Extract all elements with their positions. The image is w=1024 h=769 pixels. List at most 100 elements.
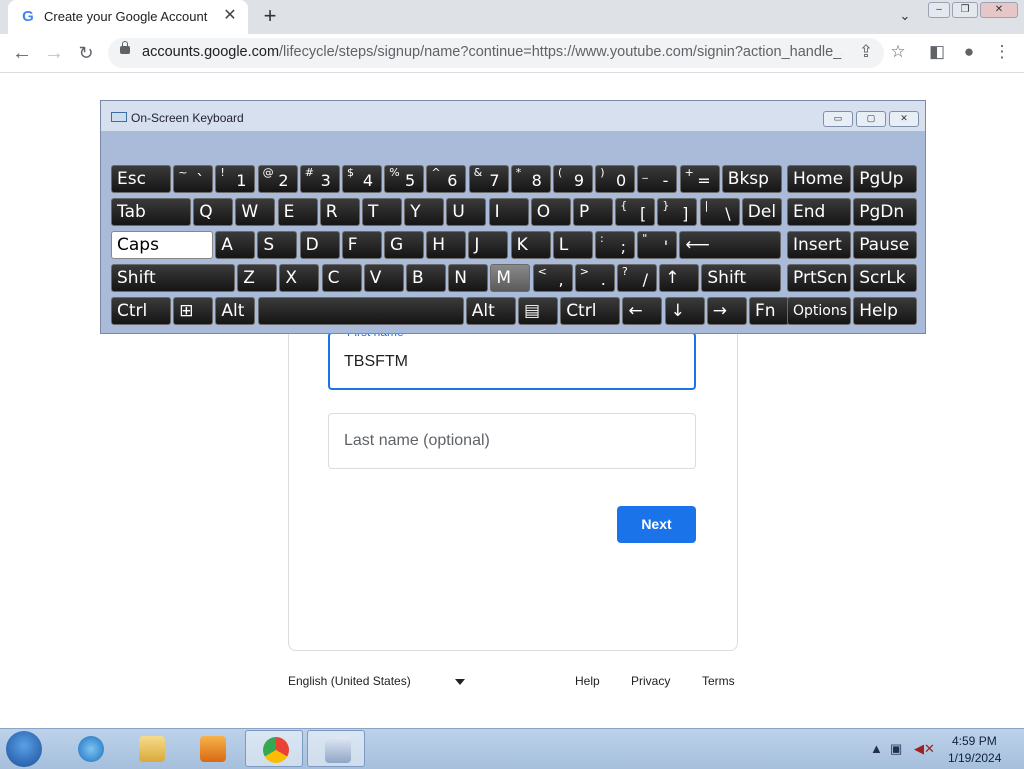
- osk-key-[interactable]: :;: [595, 231, 635, 259]
- osk-key-2[interactable]: @2: [257, 165, 298, 193]
- osk-key-[interactable]: ? /: [617, 264, 657, 292]
- osk-key-insert[interactable]: Insert: [787, 231, 851, 259]
- osk-key-g[interactable]: G: [384, 231, 424, 259]
- privacy-link[interactable]: Privacy: [631, 674, 670, 688]
- osk-key-[interactable]: ←: [622, 297, 663, 325]
- menu-dots-icon[interactable]: ⋮: [990, 40, 1014, 64]
- osk-close-button[interactable]: ✕: [889, 111, 919, 127]
- osk-key-options[interactable]: Options: [787, 297, 851, 325]
- osk-maximize-button[interactable]: ▢: [856, 111, 886, 127]
- osk-key-o[interactable]: O: [530, 198, 571, 226]
- osk-key-[interactable]: _ -: [637, 165, 678, 193]
- osk-key-r[interactable]: R: [319, 198, 360, 226]
- osk-key-[interactable]: " ': [637, 231, 678, 259]
- help-link[interactable]: Help: [575, 674, 600, 688]
- osk-key-caps[interactable]: Caps: [111, 231, 213, 259]
- close-window-button[interactable]: ✕: [980, 2, 1018, 18]
- osk-key-8[interactable]: * 8: [510, 165, 551, 193]
- osk-key-i[interactable]: I: [488, 198, 529, 226]
- lock-icon[interactable]: [120, 41, 130, 54]
- osk-key-tab[interactable]: Tab: [111, 198, 191, 226]
- osk-key-[interactable]: }]: [657, 198, 698, 226]
- osk-key-home[interactable]: Home: [787, 165, 851, 193]
- osk-key-h[interactable]: H: [426, 231, 467, 259]
- url-text[interactable]: accounts.google.com/lifecycle/steps/sign…: [142, 44, 842, 60]
- osk-key-y[interactable]: Y: [404, 198, 445, 226]
- osk-key-fn[interactable]: Fn: [749, 297, 789, 325]
- osk-key-x[interactable]: X: [279, 264, 320, 292]
- osk-key-ctrl[interactable]: Ctrl: [111, 297, 171, 325]
- osk-key-prtscn[interactable]: PrtScn: [787, 264, 851, 292]
- language-select[interactable]: English (United States): [288, 674, 411, 688]
- osk-key-m[interactable]: M: [490, 264, 531, 292]
- osk-key-1[interactable]: ! 1: [215, 165, 256, 193]
- osk-key-[interactable]: ▤: [518, 297, 558, 325]
- back-button[interactable]: ←: [9, 40, 35, 66]
- osk-key-s[interactable]: S: [257, 231, 298, 259]
- reload-button[interactable]: ↻: [73, 40, 99, 66]
- osk-key-[interactable]: <,: [532, 264, 573, 292]
- first-name-value[interactable]: TBSFTM: [344, 353, 408, 371]
- osk-key-n[interactable]: N: [448, 264, 489, 292]
- first-name-field[interactable]: First name TBSFTM: [328, 325, 696, 390]
- osk-key-p[interactable]: P: [573, 198, 613, 226]
- taskbar-app-on-screen-keyboard[interactable]: [307, 730, 365, 767]
- osk-key-w[interactable]: W: [235, 198, 276, 226]
- osk-key-[interactable]: >.: [574, 264, 615, 292]
- osk-key-bksp[interactable]: Bksp: [721, 165, 782, 193]
- new-tab-button[interactable]: +: [258, 5, 282, 29]
- osk-key-del[interactable]: Del: [741, 198, 782, 226]
- osk-key-ctrl[interactable]: Ctrl: [560, 297, 621, 325]
- bookmark-star-icon[interactable]: ☆: [886, 40, 910, 64]
- osk-key-[interactable]: ⊞: [173, 297, 214, 325]
- language-dropdown-arrow-icon[interactable]: [455, 679, 465, 685]
- tab-close-icon[interactable]: ✕: [220, 6, 240, 26]
- start-button[interactable]: [6, 731, 42, 767]
- osk-key-j[interactable]: J: [468, 231, 509, 259]
- osk-key-pgup[interactable]: PgUp: [853, 165, 918, 193]
- osk-key-z[interactable]: Z: [237, 264, 278, 292]
- osk-key-a[interactable]: A: [215, 231, 256, 259]
- osk-key-pgdn[interactable]: PgDn: [853, 198, 918, 226]
- osk-key-alt[interactable]: Alt: [465, 297, 516, 325]
- profile-avatar-icon[interactable]: ●: [957, 40, 981, 64]
- osk-titlebar[interactable]: On-Screen Keyboard ▭ ▢ ✕: [101, 101, 925, 131]
- osk-key-5[interactable]: % 5: [384, 165, 425, 193]
- address-bar[interactable]: accounts.google.com/lifecycle/steps/sign…: [108, 38, 884, 68]
- taskbar-app-chrome[interactable]: [245, 730, 303, 767]
- osk-key-help[interactable]: Help: [853, 297, 918, 325]
- terms-link[interactable]: Terms: [702, 674, 735, 688]
- osk-key-u[interactable]: U: [446, 198, 487, 226]
- osk-key-v[interactable]: V: [363, 264, 404, 292]
- next-button[interactable]: Next: [617, 506, 696, 543]
- taskbar-app-internet-explorer[interactable]: [61, 730, 119, 767]
- osk-key-b[interactable]: B: [406, 264, 446, 292]
- osk-key-[interactable]: | \: [699, 198, 740, 226]
- osk-key-space[interactable]: [257, 297, 464, 325]
- osk-key-e[interactable]: E: [277, 198, 318, 226]
- osk-key-l[interactable]: L: [552, 231, 593, 259]
- osk-key-d[interactable]: D: [299, 231, 340, 259]
- osk-key-t[interactable]: T: [362, 198, 402, 226]
- tab-create-account[interactable]: G Create your Google Account ✕: [8, 0, 248, 34]
- taskbar-app-file-explorer[interactable]: [122, 730, 180, 767]
- side-panel-icon[interactable]: ◧: [925, 40, 949, 64]
- osk-key-[interactable]: ↑: [659, 264, 700, 292]
- osk-key-[interactable]: →: [706, 297, 747, 325]
- osk-key-k[interactable]: K: [510, 231, 551, 259]
- osk-key-9[interactable]: (9: [553, 165, 593, 193]
- osk-key-6[interactable]: ^ 6: [426, 165, 467, 193]
- last-name-field[interactable]: Last name (optional): [328, 413, 696, 469]
- osk-key-0[interactable]: ) 0: [595, 165, 636, 193]
- clock-time[interactable]: 4:59 PM: [952, 734, 997, 748]
- osk-key-f[interactable]: F: [341, 231, 382, 259]
- osk-key-alt[interactable]: Alt: [215, 297, 256, 325]
- osk-key-[interactable]: ⟵: [679, 231, 782, 259]
- osk-key-[interactable]: {[: [615, 198, 656, 226]
- osk-key-[interactable]: ~ `: [173, 165, 214, 193]
- osk-key-q[interactable]: Q: [193, 198, 234, 226]
- tab-search-chevron-icon[interactable]: ⌄: [895, 8, 915, 26]
- osk-key-shift[interactable]: Shift: [111, 264, 235, 292]
- show-hidden-icons-icon[interactable]: ▲: [870, 741, 883, 756]
- network-icon[interactable]: ▣: [890, 741, 902, 757]
